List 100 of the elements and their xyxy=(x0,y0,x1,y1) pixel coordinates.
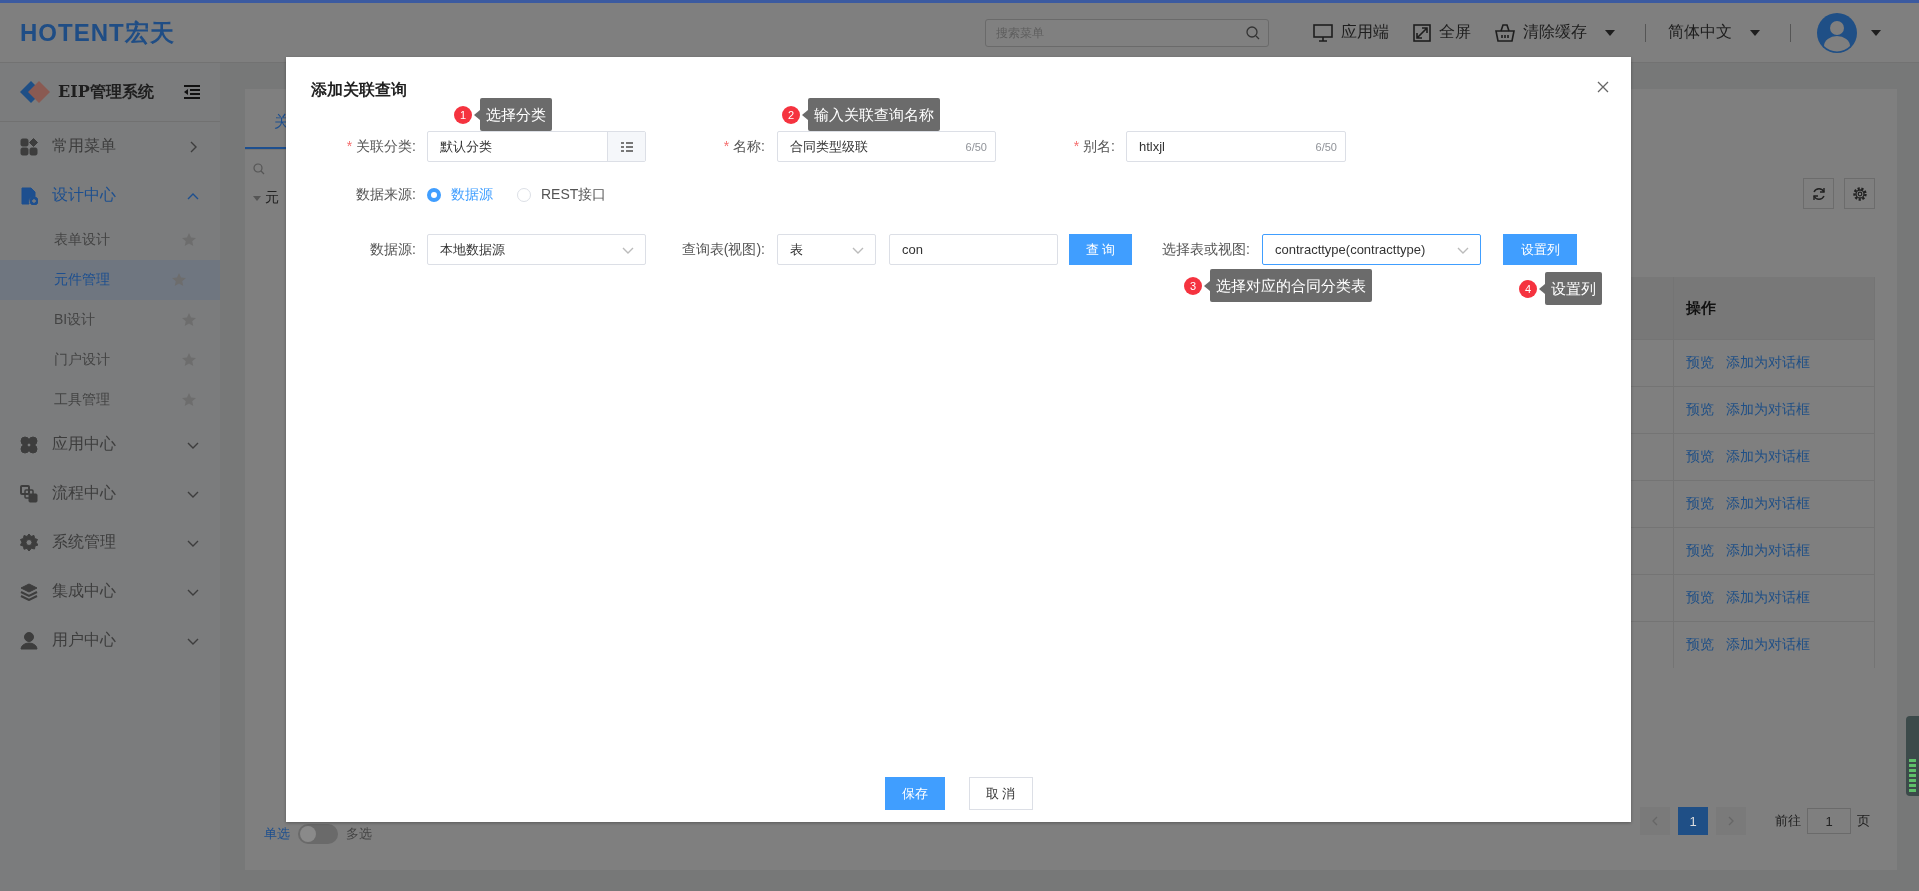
sidebar-item[interactable]: 集成中心 xyxy=(0,567,220,616)
action-link[interactable]: 预览 xyxy=(1686,448,1714,466)
gear-icon xyxy=(20,533,38,552)
action-link[interactable]: 添加为对话框 xyxy=(1726,354,1810,372)
header-action[interactable]: 清除缓存 xyxy=(1495,22,1615,43)
prev-page-button[interactable] xyxy=(1640,807,1670,835)
document-plus-icon xyxy=(20,186,38,205)
submenu-item[interactable]: BI设计 xyxy=(0,300,220,340)
char-count: 6/50 xyxy=(1315,140,1338,153)
header-action[interactable]: 应用端 xyxy=(1313,22,1389,43)
avatar-icon[interactable] xyxy=(1817,12,1857,53)
fullscreen-icon xyxy=(1413,23,1431,42)
field-label: * 关联分类: xyxy=(345,137,416,156)
logo: HOTENT宏天 xyxy=(20,17,175,48)
tooltip-pointer-icon xyxy=(1204,280,1210,291)
layers-icon xyxy=(20,582,38,601)
action-link[interactable]: 预览 xyxy=(1686,636,1714,654)
next-page-button[interactable] xyxy=(1716,807,1746,835)
submenu-item[interactable]: 元件管理 xyxy=(0,260,220,300)
action-link[interactable]: 添加为对话框 xyxy=(1726,636,1810,654)
action-link[interactable]: 预览 xyxy=(1686,589,1714,607)
page-input[interactable]: 1 xyxy=(1807,808,1851,834)
caret-icon xyxy=(1750,29,1760,36)
callout-tooltip: 选择对应的合同分类表 xyxy=(1204,269,1372,302)
action-link[interactable]: 预览 xyxy=(1686,354,1714,372)
action-link[interactable]: 添加为对话框 xyxy=(1726,448,1810,466)
keyword-field[interactable]: con xyxy=(890,235,1057,264)
field-label: 查询表(视图): xyxy=(680,240,765,259)
field-label: 数据来源: xyxy=(355,186,416,204)
category-picker-button[interactable] xyxy=(607,132,645,161)
single-select-label: 单选 xyxy=(264,825,290,843)
mode-toggle[interactable] xyxy=(298,824,338,844)
settings-button[interactable] xyxy=(1844,178,1875,209)
goto-label: 前往 xyxy=(1775,812,1801,830)
field-label: * 名称: xyxy=(722,137,765,156)
sidebar-item[interactable]: 系统管理 xyxy=(0,518,220,567)
table-type-select[interactable]: 表 xyxy=(777,234,876,265)
char-count: 6/50 xyxy=(965,140,988,153)
side-widget[interactable] xyxy=(1906,716,1919,796)
basket-icon xyxy=(1495,23,1515,42)
radio-option[interactable]: REST接口 xyxy=(517,186,607,204)
language-select[interactable]: 简体中文 xyxy=(1668,22,1760,43)
table-select[interactable]: contracttype(contracttype) xyxy=(1262,234,1481,265)
list-icon xyxy=(620,141,633,152)
diamond-logo-icon xyxy=(20,81,50,103)
callout-tooltip: 设置列 xyxy=(1539,272,1602,305)
search-icon xyxy=(1246,25,1260,40)
close-icon xyxy=(1597,81,1609,93)
step-badge: 2 xyxy=(782,105,800,124)
four-dots-icon xyxy=(20,435,38,454)
user-icon xyxy=(20,631,38,650)
column-header: 操作 xyxy=(1686,298,1716,318)
action-link[interactable]: 添加为对话框 xyxy=(1726,495,1810,513)
caret-icon xyxy=(1871,29,1881,36)
action-link[interactable]: 添加为对话框 xyxy=(1726,589,1810,607)
refresh-button[interactable] xyxy=(1803,178,1834,209)
page-unit-label: 页 xyxy=(1857,812,1870,830)
callout-tooltip: 输入关联查询名称 xyxy=(802,98,940,131)
field-label: 数据源: xyxy=(369,240,416,259)
alias-field[interactable]: htlxjl 6/50 xyxy=(1126,131,1346,162)
query-button[interactable]: 查 询 xyxy=(1069,234,1132,265)
sidebar-item[interactable]: 用户中心 xyxy=(0,616,220,665)
action-link[interactable]: 添加为对话框 xyxy=(1726,542,1810,560)
sidebar-item[interactable]: 设计中心 xyxy=(0,171,220,220)
settings-icon xyxy=(1851,185,1868,202)
category-input[interactable]: 默认分类 xyxy=(428,132,607,161)
dialog-title: 添加关联查询 xyxy=(310,80,408,100)
close-button[interactable] xyxy=(1595,79,1611,95)
name-input[interactable]: 合同类型级联 xyxy=(778,132,966,161)
tree-item[interactable]: 元 xyxy=(265,189,279,207)
sidebar-item[interactable]: 应用中心 xyxy=(0,420,220,469)
tooltip-pointer-icon xyxy=(1539,283,1545,294)
search-icon xyxy=(253,163,265,175)
page-button[interactable]: 1 xyxy=(1678,807,1708,835)
datasource-select[interactable]: 本地数据源 xyxy=(427,234,646,265)
field-label: * 别名: xyxy=(1072,137,1115,156)
caret-icon xyxy=(1605,29,1615,36)
category-field[interactable]: 默认分类 xyxy=(427,131,646,162)
collapse-menu-icon[interactable] xyxy=(184,85,200,99)
app-title: EIP管理系统 xyxy=(58,81,154,103)
action-link[interactable]: 预览 xyxy=(1686,495,1714,513)
step-badge: 3 xyxy=(1184,276,1202,295)
field-label: 选择表或视图: xyxy=(1161,240,1250,259)
action-link[interactable]: 添加为对话框 xyxy=(1726,401,1810,419)
set-columns-button[interactable]: 设置列 xyxy=(1503,234,1577,265)
step-badge: 1 xyxy=(454,105,472,124)
save-button[interactable]: 保存 xyxy=(884,777,945,810)
name-field[interactable]: 合同类型级联 6/50 xyxy=(777,131,996,162)
sidebar-item[interactable]: 流程中心 xyxy=(0,469,220,518)
caret-icon[interactable] xyxy=(253,195,261,201)
action-link[interactable]: 预览 xyxy=(1686,542,1714,560)
cancel-button[interactable]: 取 消 xyxy=(968,777,1033,810)
header-action[interactable]: 全屏 xyxy=(1413,22,1471,43)
monitor-icon xyxy=(1313,23,1333,42)
grid-icon xyxy=(20,137,38,156)
alias-input[interactable]: htlxjl xyxy=(1127,132,1316,161)
radio-option[interactable]: 数据源 xyxy=(427,186,493,204)
callout-tooltip: 选择分类 xyxy=(474,98,552,131)
sidebar-item[interactable]: 常用菜单 xyxy=(0,122,220,171)
action-link[interactable]: 预览 xyxy=(1686,401,1714,419)
